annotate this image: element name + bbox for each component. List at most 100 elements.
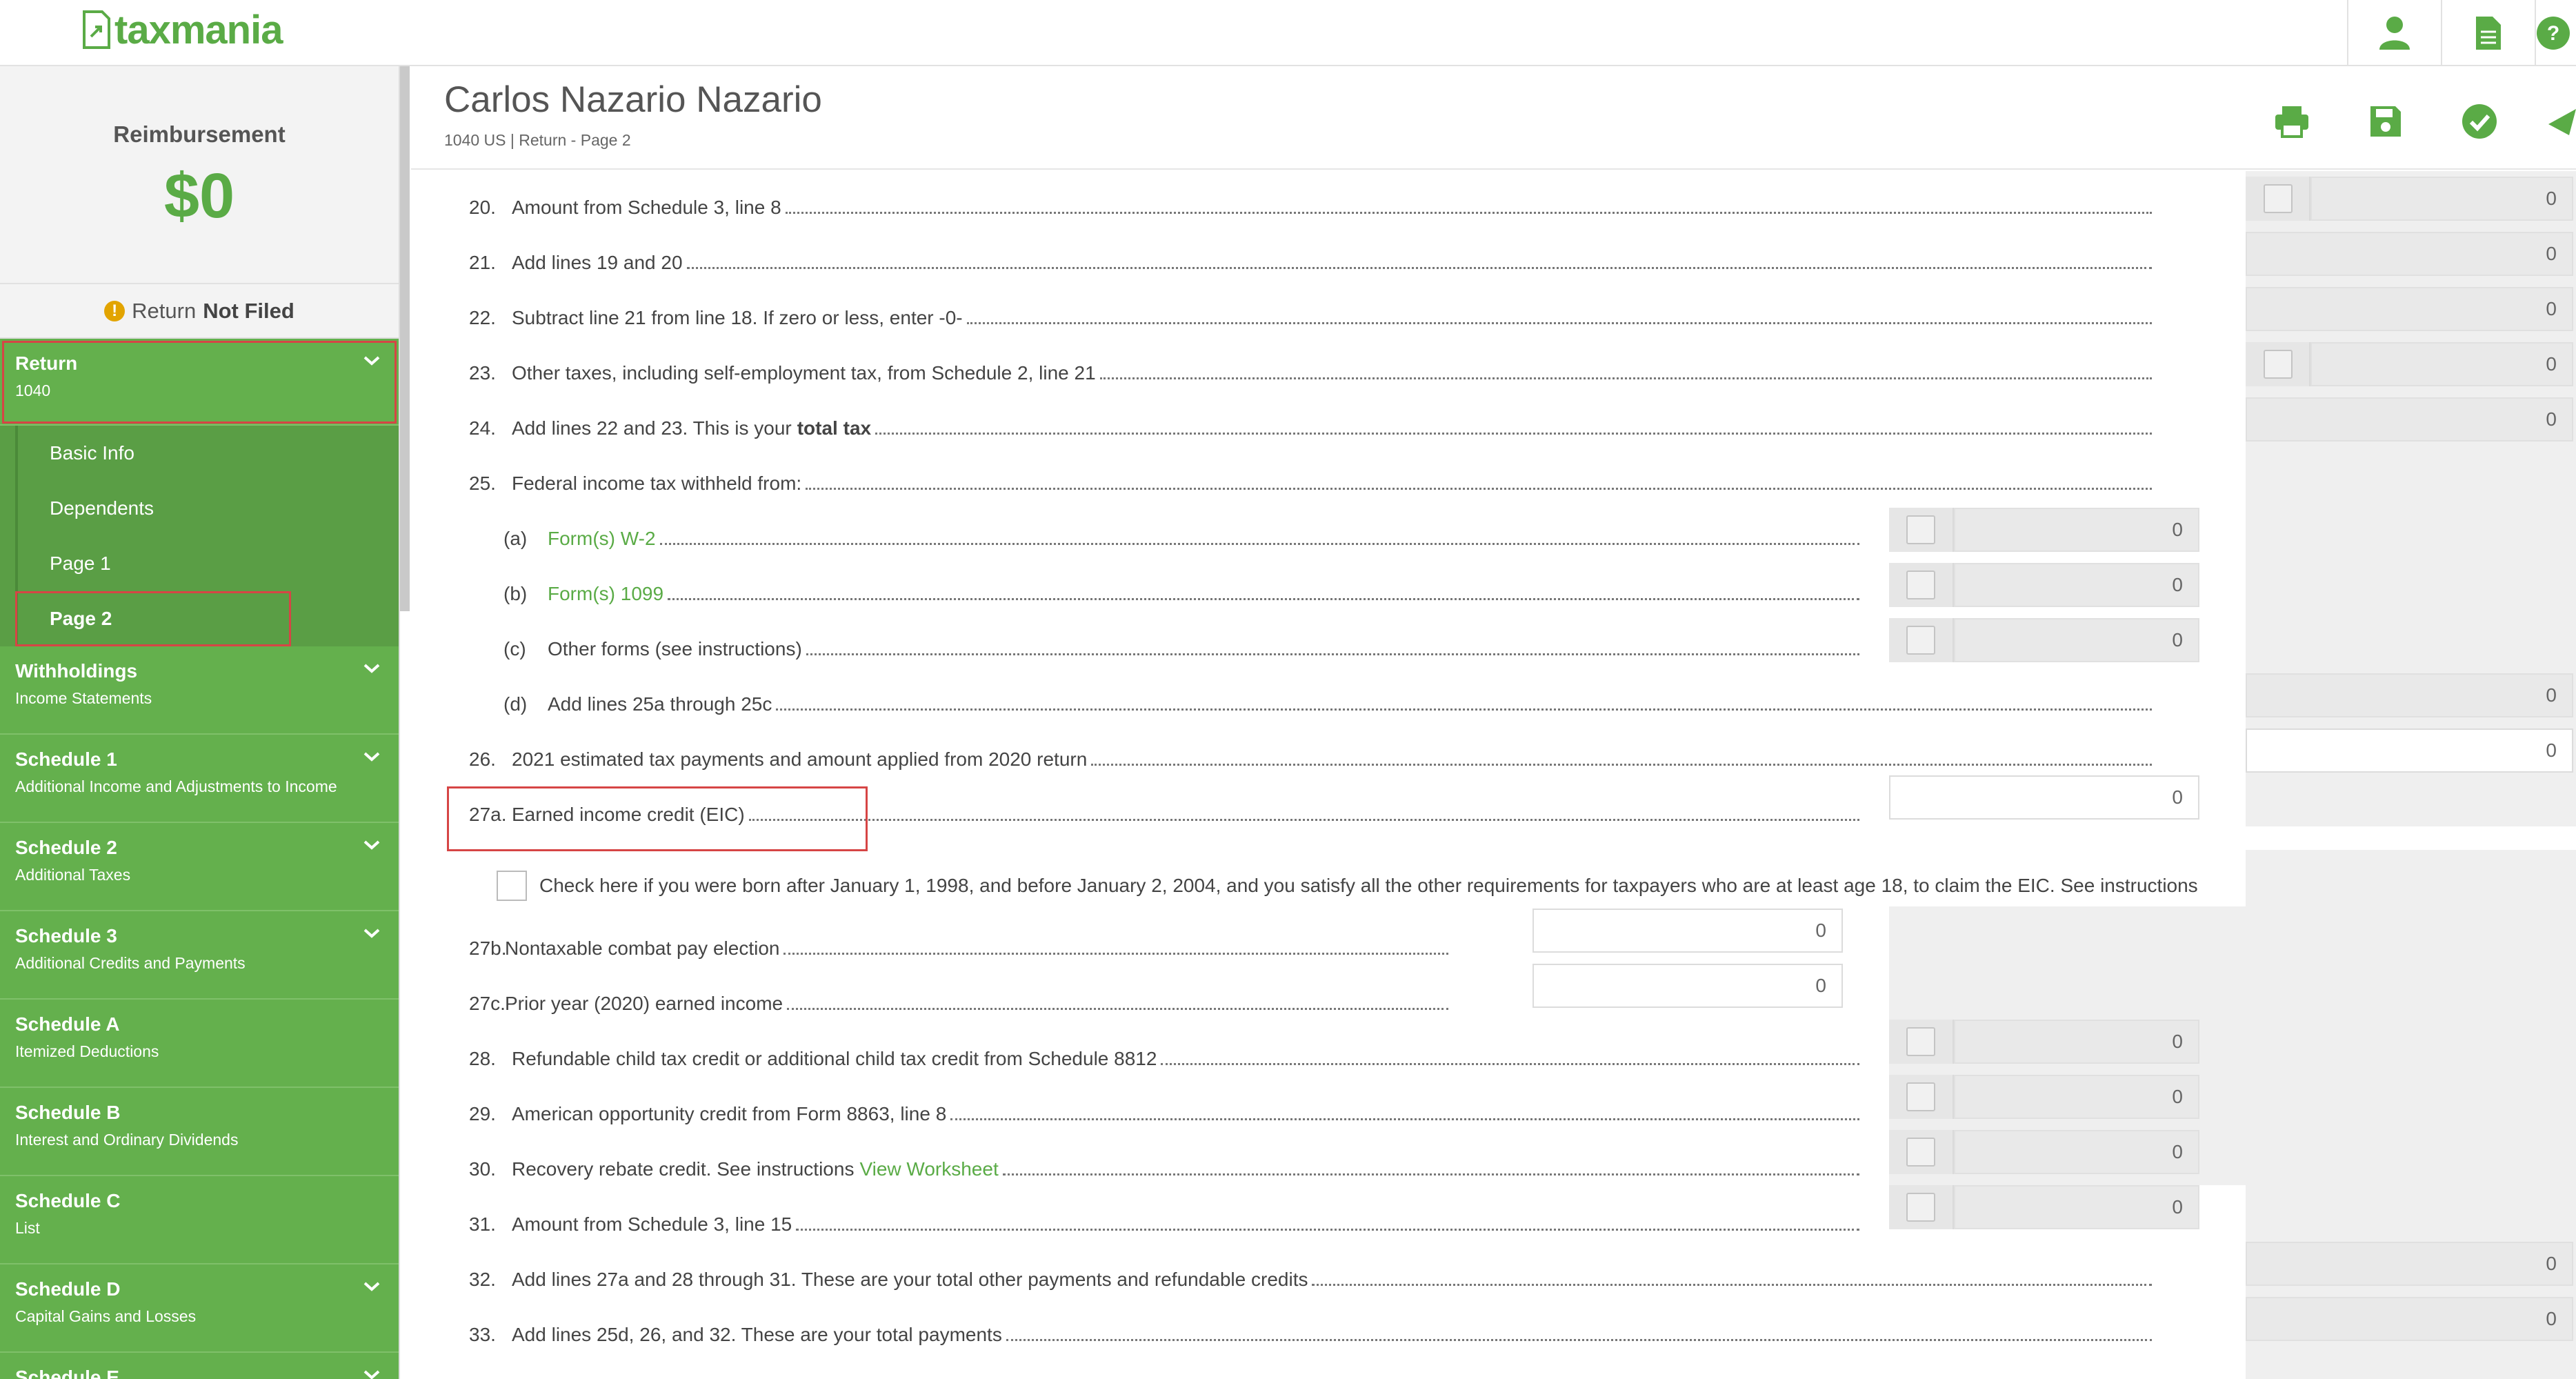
- nav-section-title: Schedule 1: [15, 748, 117, 770]
- form-1099-link[interactable]: Form(s) 1099: [548, 583, 663, 605]
- line-30: 30. Recovery rebate credit. See instruct…: [469, 1142, 1859, 1197]
- w2-link[interactable]: Form(s) W-2: [548, 528, 656, 550]
- chevron-down-icon[interactable]: [361, 926, 382, 940]
- sidebar-scrollbar[interactable]: [400, 66, 410, 611]
- line-number: 32.: [469, 1269, 496, 1290]
- print-icon[interactable]: [2267, 97, 2317, 146]
- nav-section-schedule-c[interactable]: Schedule C List: [0, 1176, 399, 1264]
- nav-section-subtitle: Additional Credits and Payments: [15, 954, 246, 972]
- line-23-checkbox[interactable]: [2264, 350, 2293, 379]
- nav-section-schedule-3[interactable]: Schedule 3 Additional Credits and Paymen…: [0, 911, 399, 1000]
- eic-age-checkbox[interactable]: [497, 871, 527, 901]
- nav-section-schedule-a[interactable]: Schedule A Itemized Deductions: [0, 1000, 399, 1088]
- line-number: 20.: [469, 197, 496, 218]
- page-title: Carlos Nazario Nazario: [444, 79, 822, 120]
- nav-section-withholdings[interactable]: Withholdings Income Statements: [0, 646, 399, 735]
- breadcrumb: 1040 US | Return - Page 2: [444, 131, 631, 149]
- sidebar-item-dependents[interactable]: Dependents: [15, 481, 399, 536]
- send-icon[interactable]: [2548, 97, 2576, 146]
- chevron-down-icon[interactable]: [361, 662, 382, 675]
- line-number: (d): [503, 693, 528, 715]
- line-25c: (c) Other forms (see instructions): [503, 622, 1859, 677]
- line-28-field[interactable]: 0: [1954, 1020, 2199, 1064]
- line-32-field[interactable]: 0: [2246, 1242, 2573, 1286]
- line-27c-field[interactable]: 0: [1532, 964, 1843, 1008]
- line-29-field[interactable]: 0: [1954, 1075, 2199, 1119]
- line-25b-field[interactable]: 0: [1954, 563, 2199, 607]
- line-20-checkbox[interactable]: [2264, 184, 2293, 213]
- chevron-down-icon[interactable]: [361, 838, 382, 852]
- help-icon[interactable]: ?: [2535, 0, 2576, 66]
- line-number: 28.: [469, 1048, 496, 1069]
- line-29-checkbox[interactable]: [1906, 1082, 1935, 1111]
- line-24-field[interactable]: 0: [2246, 397, 2573, 442]
- line-23-field[interactable]: 0: [2310, 342, 2573, 386]
- line-27c: 27c. Prior year (2020) earned income: [469, 976, 1448, 1031]
- nav-section-title: Schedule A: [15, 1013, 120, 1035]
- view-worksheet-link[interactable]: View Worksheet: [859, 1158, 998, 1180]
- line-25a-field[interactable]: 0: [1954, 508, 2199, 552]
- line-label: Nontaxable combat pay election: [505, 937, 780, 959]
- chevron-down-icon[interactable]: [361, 1280, 382, 1293]
- line-27a-field[interactable]: 0: [1889, 775, 2199, 820]
- eic-age-check: Check here if you were born after Januar…: [497, 871, 2198, 901]
- line-31-checkbox[interactable]: [1906, 1193, 1935, 1222]
- line-label-bold: total tax: [797, 417, 872, 439]
- line-30-field[interactable]: 0: [1954, 1130, 2199, 1174]
- chevron-down-icon[interactable]: [361, 354, 382, 368]
- line-28-checkbox[interactable]: [1906, 1027, 1935, 1056]
- chevron-down-icon[interactable]: [361, 750, 382, 764]
- line-33-field[interactable]: 0: [2246, 1297, 2573, 1341]
- line-label: Federal income tax withheld from:: [512, 473, 802, 494]
- line-27b: 27b. Nontaxable combat pay election: [469, 921, 1448, 976]
- sidebar-item-page-2[interactable]: Page 2: [15, 591, 291, 646]
- nav-section-schedule-e[interactable]: Schedule E: [0, 1353, 399, 1379]
- line-25b-checkbox[interactable]: [1906, 571, 1935, 599]
- nav-section-title: Schedule 3: [15, 925, 117, 946]
- svg-text:?: ?: [2547, 22, 2559, 45]
- reimbursement-panel: Reimbursement $0: [0, 66, 399, 284]
- line-26-field[interactable]: 0: [2246, 728, 2573, 773]
- line-number: 29.: [469, 1103, 496, 1124]
- line-25: 25. Federal income tax withheld from:: [469, 456, 2152, 511]
- line-22-field[interactable]: 0: [2246, 287, 2573, 331]
- line-25d: (d) Add lines 25a through 25c: [503, 677, 2152, 732]
- nav-section-subtitle: 1040: [15, 381, 51, 399]
- user-icon[interactable]: [2347, 0, 2441, 66]
- line-21-field[interactable]: 0: [2246, 232, 2573, 276]
- save-icon[interactable]: [2361, 97, 2410, 146]
- nav-section-schedule-b[interactable]: Schedule B Interest and Ordinary Dividen…: [0, 1088, 399, 1176]
- nav-section-schedule-1[interactable]: Schedule 1 Additional Income and Adjustm…: [0, 735, 399, 823]
- line-25c-field[interactable]: 0: [1954, 618, 2199, 662]
- line-25a: (a) Form(s) W-2: [503, 511, 1859, 566]
- nav-section-return[interactable]: Return 1040: [0, 339, 399, 426]
- sidebar: Reimbursement $0 ! Return Not Filed Retu…: [0, 66, 400, 1379]
- line-number: 30.: [469, 1158, 496, 1180]
- nav-section-subtitle: Interest and Ordinary Dividends: [15, 1131, 239, 1149]
- nav-section-schedule-d[interactable]: Schedule D Capital Gains and Losses: [0, 1264, 399, 1353]
- logo[interactable]: taxmania: [81, 6, 283, 54]
- line-25c-checkbox[interactable]: [1906, 626, 1935, 655]
- line-31-field[interactable]: 0: [1954, 1185, 2199, 1229]
- line-23: 23. Other taxes, including self-employme…: [469, 346, 2152, 401]
- line-label: Prior year (2020) earned income: [505, 993, 783, 1014]
- sidebar-item-basic-info[interactable]: Basic Info: [15, 426, 399, 481]
- line-30-checkbox[interactable]: [1906, 1138, 1935, 1167]
- line-number: 22.: [469, 307, 496, 328]
- line-label: Add lines 25a through 25c: [548, 693, 772, 715]
- line-27b-field[interactable]: 0: [1532, 909, 1843, 953]
- line-24: 24. Add lines 22 and 23. This is your to…: [469, 401, 2152, 456]
- document-icon[interactable]: [2441, 0, 2535, 66]
- line-label: Subtract line 21 from line 18. If zero o…: [512, 307, 963, 328]
- chevron-down-icon[interactable]: [361, 1368, 382, 1379]
- line-25a-checkbox[interactable]: [1906, 515, 1935, 544]
- check-circle-icon[interactable]: [2455, 97, 2504, 146]
- line-32: 32. Add lines 27a and 28 through 31. The…: [469, 1252, 2152, 1307]
- sidebar-item-page-1[interactable]: Page 1: [15, 536, 399, 591]
- nav-section-title: Schedule D: [15, 1278, 121, 1300]
- line-25d-field[interactable]: 0: [2246, 673, 2573, 717]
- line-22: 22. Subtract line 21 from line 18. If ze…: [469, 290, 2152, 346]
- line-label: Add lines 19 and 20: [512, 252, 683, 273]
- line-20-field[interactable]: 0: [2310, 177, 2573, 221]
- nav-section-schedule-2[interactable]: Schedule 2 Additional Taxes: [0, 823, 399, 911]
